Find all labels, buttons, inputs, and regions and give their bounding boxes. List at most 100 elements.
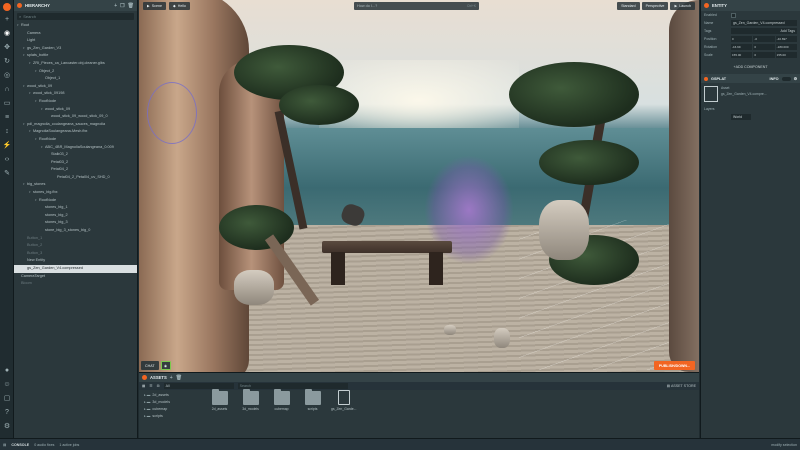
tree-item[interactable]: ▾ ABC_4BR_MagnoliaSoulangeana_0.009: [14, 144, 137, 152]
rotation-gizmo[interactable]: [147, 82, 197, 144]
tree-item[interactable]: wood_stick_09_wood_stick_09_0: [14, 113, 137, 121]
hello-button[interactable]: ◆ Hello: [168, 2, 190, 10]
asset-thumb[interactable]: gs_Zen_Garde...: [331, 390, 356, 411]
tree-item[interactable]: ▾ Object_2: [14, 68, 137, 76]
layers-icon[interactable]: ≡: [2, 113, 12, 122]
rotate-icon[interactable]: ↻: [2, 57, 12, 66]
asset-folder-item[interactable]: ▸ ▬ 2d_assets: [142, 392, 202, 399]
delete-asset-icon[interactable]: 🗑: [176, 375, 182, 381]
viewport-search[interactable]: How do I...? Ctrl+K: [354, 2, 479, 10]
tree-item[interactable]: ▾ RootNode: [14, 197, 137, 205]
code-icon[interactable]: ‹›: [2, 155, 12, 164]
asset-folder-item[interactable]: ▸ ▬ cubemap: [142, 406, 202, 413]
tree-item[interactable]: stone_big_3_stones_big_0: [14, 227, 137, 235]
tree-item[interactable]: ▾ RootNode: [14, 98, 137, 106]
scene-viewport[interactable]: ▶ Scene ◆ Hello How do I...? Ctrl+K Standa…: [139, 0, 699, 372]
asset-folder-item[interactable]: ▸ ▬ 3d_models: [142, 399, 202, 406]
tree-item[interactable]: ▾ stones_big.fbx: [14, 189, 137, 197]
chat-button[interactable]: CHAT: [141, 361, 159, 370]
launch-button[interactable]: ▶ Launch: [670, 2, 695, 10]
tree-item[interactable]: ▾ ZRI_Pieces_ca_Lancaster.obj.cleaner.glb…: [14, 60, 137, 68]
tree-item[interactable]: Object_1: [14, 75, 137, 83]
tree-item[interactable]: ▾ wood_stick_09: [14, 83, 137, 91]
asset-search[interactable]: Search: [237, 383, 348, 389]
rotation-y[interactable]: 0: [753, 44, 775, 50]
position-y[interactable]: -0: [753, 36, 775, 42]
tree-item[interactable]: ▾ Root: [14, 22, 137, 30]
tree-item[interactable]: Button_2: [14, 242, 137, 250]
rotation-x[interactable]: -16.99: [731, 44, 753, 50]
asset-thumb[interactable]: 2d_assets: [207, 389, 232, 411]
asset-thumb[interactable]: 3d_models: [238, 389, 263, 411]
list-view-icon[interactable]: ☰: [149, 384, 152, 388]
paint-icon[interactable]: ✎: [2, 169, 12, 178]
scale-x[interactable]: 155.00: [731, 52, 753, 58]
magnet-icon[interactable]: ∩: [2, 85, 12, 94]
standard-button[interactable]: Standard: [617, 2, 640, 10]
add-entity-icon[interactable]: +: [114, 3, 117, 9]
gsplat-settings-icon[interactable]: ⚙: [794, 76, 797, 81]
console-label[interactable]: CONSOLE: [11, 443, 29, 447]
bolt-icon[interactable]: ⚡: [2, 141, 12, 150]
tree-item[interactable]: Light: [14, 37, 137, 45]
hierarchy-search[interactable]: ⌕ Search: [17, 13, 134, 20]
tree-item[interactable]: ▾ splats_bottle: [14, 52, 137, 60]
asset-thumbnail[interactable]: [704, 86, 718, 102]
tree-item[interactable]: New Entity: [14, 257, 137, 265]
help-icon[interactable]: ?: [2, 408, 12, 417]
gsplat-toggle[interactable]: [781, 76, 791, 81]
move-icon[interactable]: ✥: [2, 43, 12, 52]
publish-button[interactable]: PUBLISH/DOWN...: [653, 361, 695, 370]
globe-icon[interactable]: ◎: [2, 71, 12, 80]
tree-item[interactable]: Button_3: [14, 250, 137, 258]
position-z[interactable]: -40.697: [775, 36, 797, 42]
tree-item[interactable]: Button_1: [14, 235, 137, 243]
tree-item[interactable]: stones_big_2: [14, 212, 137, 220]
settings-icon[interactable]: ⚙: [2, 422, 12, 431]
tree-item[interactable]: ▾ pdl_magnolia_coulangeana_sauces_magnoli…: [14, 121, 137, 129]
position-x[interactable]: 0: [731, 36, 753, 42]
duplicate-icon[interactable]: ❐: [120, 3, 124, 9]
delete-icon[interactable]: 🗑: [128, 3, 134, 9]
gsplat-info[interactable]: INFO: [770, 77, 779, 81]
tree-item[interactable]: Petal03_2: [14, 159, 137, 167]
asset-filter[interactable]: All: [163, 383, 234, 389]
tree-item[interactable]: ▾ big_stones: [14, 181, 137, 189]
asset-thumb[interactable]: scripts: [300, 389, 325, 411]
tree-item[interactable]: Stalk03_2: [14, 151, 137, 159]
discord-icon[interactable]: ☺: [2, 380, 12, 389]
tree-item[interactable]: ▾ RootNode: [14, 136, 137, 144]
tree-item[interactable]: ▾ MagnoliaSoulangeana-Mesh.fbx: [14, 128, 137, 136]
tree-item[interactable]: ▾ gs_Zen_Garden_V3: [14, 45, 137, 53]
scene-button[interactable]: ▶ Scene: [143, 2, 166, 10]
add-component-button[interactable]: + ADD COMPONENT: [704, 63, 797, 70]
asset-folder-item[interactable]: ▸ ▬ scripts: [142, 413, 202, 420]
pan-icon[interactable]: ↕: [2, 127, 12, 136]
enabled-checkbox[interactable]: [731, 12, 736, 18]
layers-tag[interactable]: World: [731, 114, 751, 120]
tree-item[interactable]: stones_big_1: [14, 204, 137, 212]
asset-value[interactable]: gs_Zen_Garden_V4.compre...: [721, 92, 767, 98]
github-icon[interactable]: ●: [2, 366, 12, 375]
add-asset-icon[interactable]: +: [170, 375, 173, 381]
tree-item[interactable]: gs_Zen_Garden_V4.compressed: [14, 265, 137, 273]
user-avatar[interactable]: ◉: [160, 361, 171, 370]
tree-item[interactable]: ▾ wood_stick_09198: [14, 90, 137, 98]
tree-item[interactable]: Bloom: [14, 280, 137, 288]
tree-item[interactable]: ▾ wood_stick_09: [14, 106, 137, 114]
eye-icon[interactable]: ◉: [2, 29, 12, 38]
perspective-button[interactable]: Perspective: [641, 2, 669, 10]
tree-item[interactable]: CameraTarget: [14, 273, 137, 281]
plus-icon[interactable]: +: [2, 15, 12, 24]
tree-view-icon[interactable]: ⊞: [157, 384, 160, 388]
camera-icon[interactable]: ▭: [2, 99, 12, 108]
asset-store-button[interactable]: ▤ ASSET STORE: [667, 384, 696, 388]
name-field[interactable]: gs_Zen_Garden_V4.compressed: [731, 20, 797, 26]
tree-item[interactable]: Petal04_2: [14, 166, 137, 174]
scale-y[interactable]: 0: [753, 52, 775, 58]
tree-item[interactable]: stones_big_3: [14, 219, 137, 227]
tags-field[interactable]: Add Tags: [731, 28, 797, 34]
tree-item[interactable]: Petal04_2_Petal04_uv_SHD_0: [14, 174, 137, 182]
playcanvas-logo[interactable]: [3, 3, 11, 11]
tree-item[interactable]: Camera: [14, 30, 137, 38]
